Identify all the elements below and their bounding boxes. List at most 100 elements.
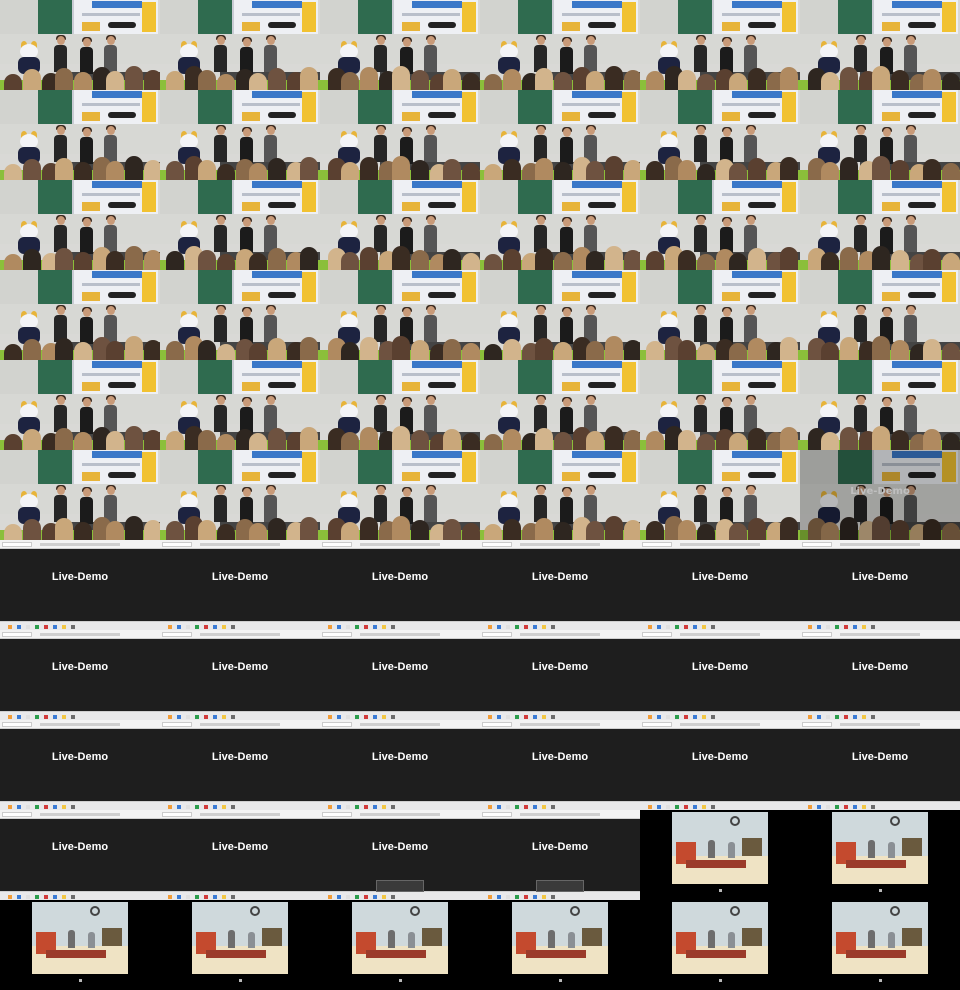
slide-title: Live-Demo [371, 841, 429, 853]
slide-title: Live-Demo [531, 661, 589, 673]
stage-photo-tile [480, 0, 640, 90]
sponsor-banner [872, 450, 958, 484]
audience [640, 64, 800, 90]
slide-title: Live-Demo [371, 571, 429, 583]
browser-toolbar [0, 540, 160, 549]
stage-photo-tile [800, 90, 960, 180]
stage-photo-tile [320, 360, 480, 450]
taskbar [0, 711, 160, 720]
slide-title: Live-Demo [531, 751, 589, 763]
live-demo-slide-tile: Live-Demo ❯ [160, 810, 320, 900]
stage-photo-tile [480, 270, 640, 360]
slide-title: Live-Demo [691, 661, 749, 673]
stage-photo-tile [480, 90, 640, 180]
stage-photo-tile [640, 90, 800, 180]
browser-toolbar [0, 810, 160, 819]
audience [320, 244, 480, 270]
stage-photo-tile [800, 360, 960, 450]
robot-stage-video-tile [480, 900, 640, 990]
taskbar [0, 801, 160, 810]
taskbar [320, 711, 480, 720]
stage-photo-tile [160, 90, 320, 180]
taskbar [160, 891, 320, 900]
sponsor-banner [72, 0, 158, 34]
stage-photo-tile [320, 90, 480, 180]
taskbar [480, 711, 640, 720]
audience [0, 154, 160, 180]
audience [0, 424, 160, 450]
sponsor-banner [552, 90, 638, 124]
robot-stage-video-tile [0, 900, 160, 990]
sponsor-banner [392, 450, 478, 484]
sponsor-banner [232, 0, 318, 34]
stage-photo-tile [480, 180, 640, 270]
audience [480, 154, 640, 180]
robot-stage-video-tile [640, 900, 800, 990]
browser-toolbar [160, 630, 320, 639]
sponsor-banner [712, 270, 798, 304]
browser-toolbar [800, 720, 960, 729]
audience [160, 244, 320, 270]
taskbar [800, 711, 960, 720]
slide-title: Live-Demo [371, 661, 429, 673]
audience [640, 334, 800, 360]
sponsor-banner [872, 0, 958, 34]
browser-toolbar [480, 630, 640, 639]
stage-photo-tile [320, 180, 480, 270]
sponsor-banner [872, 90, 958, 124]
robot-stage-photo [512, 902, 608, 974]
audience [160, 334, 320, 360]
sponsor-banner [392, 0, 478, 34]
robot-stage-photo [832, 902, 928, 974]
robot-stage-video-tile [800, 900, 960, 990]
robot-stage-photo [32, 902, 128, 974]
slide-title: Live-Demo [851, 571, 909, 583]
robot-stage-video-tile [320, 900, 480, 990]
audience [800, 64, 960, 90]
stage-photo-tile [0, 0, 160, 90]
stage-photo-tile [160, 450, 320, 540]
taskbar [320, 801, 480, 810]
audience [480, 64, 640, 90]
audience [800, 244, 960, 270]
browser-toolbar [480, 810, 640, 819]
robot-stage-photo [192, 902, 288, 974]
live-demo-slide-tile: Live-Demo ❯ [320, 540, 480, 630]
live-demo-slide-tile: Live-Demo ❯ [320, 810, 480, 900]
robot-stage-video-tile [640, 810, 800, 900]
audience [0, 514, 160, 540]
audience [160, 424, 320, 450]
live-demo-slide-tile: Live-Demo ❯ [640, 720, 800, 810]
browser-toolbar [160, 720, 320, 729]
sponsor-banner [72, 360, 158, 394]
robot-stage-photo [352, 902, 448, 974]
stage-photo-tile [160, 270, 320, 360]
taskbar [800, 801, 960, 810]
robot-stage-photo [672, 812, 768, 884]
stage-photo-tile [480, 450, 640, 540]
sponsor-banner [712, 180, 798, 214]
slide-title: Live-Demo [211, 571, 269, 583]
stage-photo-tile [800, 180, 960, 270]
audience [800, 154, 960, 180]
sponsor-banner [232, 360, 318, 394]
live-demo-slide-tile: Live-Demo ❯ [320, 630, 480, 720]
browser-toolbar [800, 540, 960, 549]
taskbar [320, 891, 480, 900]
audience [480, 334, 640, 360]
stage-photo-tile [0, 180, 160, 270]
stage-photo-tile [0, 450, 160, 540]
audience [320, 154, 480, 180]
browser-toolbar [160, 540, 320, 549]
browser-toolbar [320, 720, 480, 729]
slide-title: Live-Demo [51, 841, 109, 853]
sponsor-banner [392, 180, 478, 214]
stage-photo-tile [160, 0, 320, 90]
window-thumbnail-preview [376, 880, 424, 892]
slide-title: Live-Demo [691, 751, 749, 763]
sponsor-banner [712, 450, 798, 484]
live-demo-slide-tile: Live-Demo ❯ [800, 630, 960, 720]
taskbar [640, 711, 800, 720]
sponsor-banner [72, 270, 158, 304]
audience [320, 334, 480, 360]
